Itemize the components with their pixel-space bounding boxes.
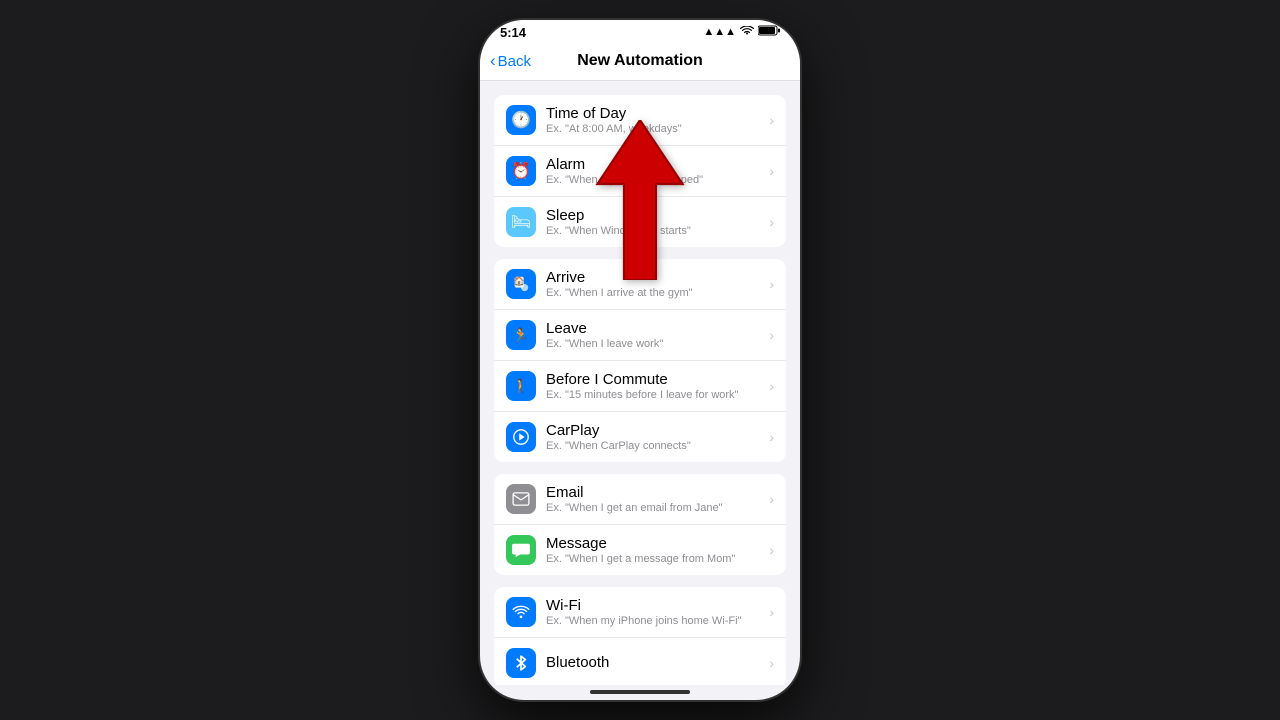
status-icons: ▲▲▲ xyxy=(703,25,780,39)
sleep-item[interactable]: 🛏 Sleep Ex. "When Wind Down starts" › xyxy=(494,197,786,247)
carplay-subtitle: Ex. "When CarPlay connects" xyxy=(546,440,769,452)
before-commute-subtitle: Ex. "15 minutes before I leave for work" xyxy=(546,389,769,401)
alarm-chevron: › xyxy=(769,163,774,179)
commute-icon: 🚶 xyxy=(506,371,536,401)
time-of-day-chevron: › xyxy=(769,112,774,128)
message-chevron: › xyxy=(769,542,774,558)
alarm-item[interactable]: ⏰ Alarm Ex. "When my alarm is stopped" › xyxy=(494,146,786,197)
leave-title: Leave xyxy=(546,320,769,337)
carplay-icon xyxy=(506,422,536,452)
email-chevron: › xyxy=(769,491,774,507)
leave-subtitle: Ex. "When I leave work" xyxy=(546,338,769,350)
arrive-icon: 🏠 xyxy=(506,269,536,299)
sleep-icon: 🛏 xyxy=(506,207,536,237)
signal-icon: ▲▲▲ xyxy=(703,26,736,38)
wifi-subtitle: Ex. "When my iPhone joins home Wi-Fi" xyxy=(546,615,769,627)
communication-list-group: Email Ex. "When I get an email from Jane… xyxy=(494,474,786,575)
wifi-chevron: › xyxy=(769,604,774,620)
leave-chevron: › xyxy=(769,327,774,343)
wifi-icon-item xyxy=(506,597,536,627)
time-of-day-icon: 🕐 xyxy=(506,105,536,135)
email-icon xyxy=(506,484,536,514)
bluetooth-title: Bluetooth xyxy=(546,654,769,671)
wifi-icon xyxy=(740,26,754,39)
alarm-title: Alarm xyxy=(546,156,769,173)
arrive-subtitle: Ex. "When I arrive at the gym" xyxy=(546,287,769,299)
email-title: Email xyxy=(546,484,769,501)
message-item[interactable]: Message Ex. "When I get a message from M… xyxy=(494,525,786,575)
time-section: 🕐 Time of Day Ex. "At 8:00 AM, weekdays"… xyxy=(480,95,800,247)
communication-section: Email Ex. "When I get an email from Jane… xyxy=(480,474,800,575)
content-area: 🕐 Time of Day Ex. "At 8:00 AM, weekdays"… xyxy=(480,81,800,685)
time-of-day-subtitle: Ex. "At 8:00 AM, weekdays" xyxy=(546,123,769,135)
email-item[interactable]: Email Ex. "When I get an email from Jane… xyxy=(494,474,786,525)
carplay-item[interactable]: CarPlay Ex. "When CarPlay connects" › xyxy=(494,412,786,462)
sleep-subtitle: Ex. "When Wind Down starts" xyxy=(546,225,769,237)
bluetooth-icon-item xyxy=(506,648,536,678)
page-title: New Automation xyxy=(577,52,703,70)
before-commute-title: Before I Commute xyxy=(546,371,769,388)
location-section: 🏠 Arrive Ex. "When I arrive at the gym" … xyxy=(480,259,800,462)
message-title: Message xyxy=(546,535,769,552)
time-list-group: 🕐 Time of Day Ex. "At 8:00 AM, weekdays"… xyxy=(494,95,786,247)
commute-chevron: › xyxy=(769,378,774,394)
carplay-chevron: › xyxy=(769,429,774,445)
alarm-icon: ⏰ xyxy=(506,156,536,186)
arrive-chevron: › xyxy=(769,276,774,292)
nav-header: ‹ Back New Automation xyxy=(480,44,800,81)
status-time: 5:14 xyxy=(500,25,526,40)
wifi-title: Wi-Fi xyxy=(546,597,769,614)
leave-item[interactable]: 🏃 Leave Ex. "When I leave work" › xyxy=(494,310,786,361)
arrive-title: Arrive xyxy=(546,269,769,286)
sleep-title: Sleep xyxy=(546,207,769,224)
home-indicator xyxy=(590,690,690,694)
connectivity-list-group: Wi-Fi Ex. "When my iPhone joins home Wi-… xyxy=(494,587,786,685)
carplay-title: CarPlay xyxy=(546,422,769,439)
arrive-item[interactable]: 🏠 Arrive Ex. "When I arrive at the gym" … xyxy=(494,259,786,310)
bluetooth-chevron: › xyxy=(769,655,774,671)
sleep-chevron: › xyxy=(769,214,774,230)
connectivity-section: Wi-Fi Ex. "When my iPhone joins home Wi-… xyxy=(480,587,800,685)
time-of-day-item[interactable]: 🕐 Time of Day Ex. "At 8:00 AM, weekdays"… xyxy=(494,95,786,146)
message-icon xyxy=(506,535,536,565)
battery-icon xyxy=(758,25,780,39)
back-button[interactable]: ‹ Back xyxy=(490,51,531,71)
leave-icon: 🏃 xyxy=(506,320,536,350)
phone-frame: 5:14 ▲▲▲ xyxy=(480,20,800,700)
status-bar: 5:14 ▲▲▲ xyxy=(480,20,800,44)
time-of-day-title: Time of Day xyxy=(546,105,769,122)
message-subtitle: Ex. "When I get a message from Mom" xyxy=(546,553,769,565)
phone-screen: 5:14 ▲▲▲ xyxy=(480,20,800,700)
bluetooth-item[interactable]: Bluetooth › xyxy=(494,638,786,685)
location-list-group: 🏠 Arrive Ex. "When I arrive at the gym" … xyxy=(494,259,786,462)
wifi-item[interactable]: Wi-Fi Ex. "When my iPhone joins home Wi-… xyxy=(494,587,786,638)
before-commute-item[interactable]: 🚶 Before I Commute Ex. "15 minutes befor… xyxy=(494,361,786,412)
email-subtitle: Ex. "When I get an email from Jane" xyxy=(546,502,769,514)
alarm-subtitle: Ex. "When my alarm is stopped" xyxy=(546,174,769,186)
back-label: Back xyxy=(498,53,531,70)
svg-text:🏠: 🏠 xyxy=(514,276,525,286)
back-chevron-icon: ‹ xyxy=(490,51,496,71)
